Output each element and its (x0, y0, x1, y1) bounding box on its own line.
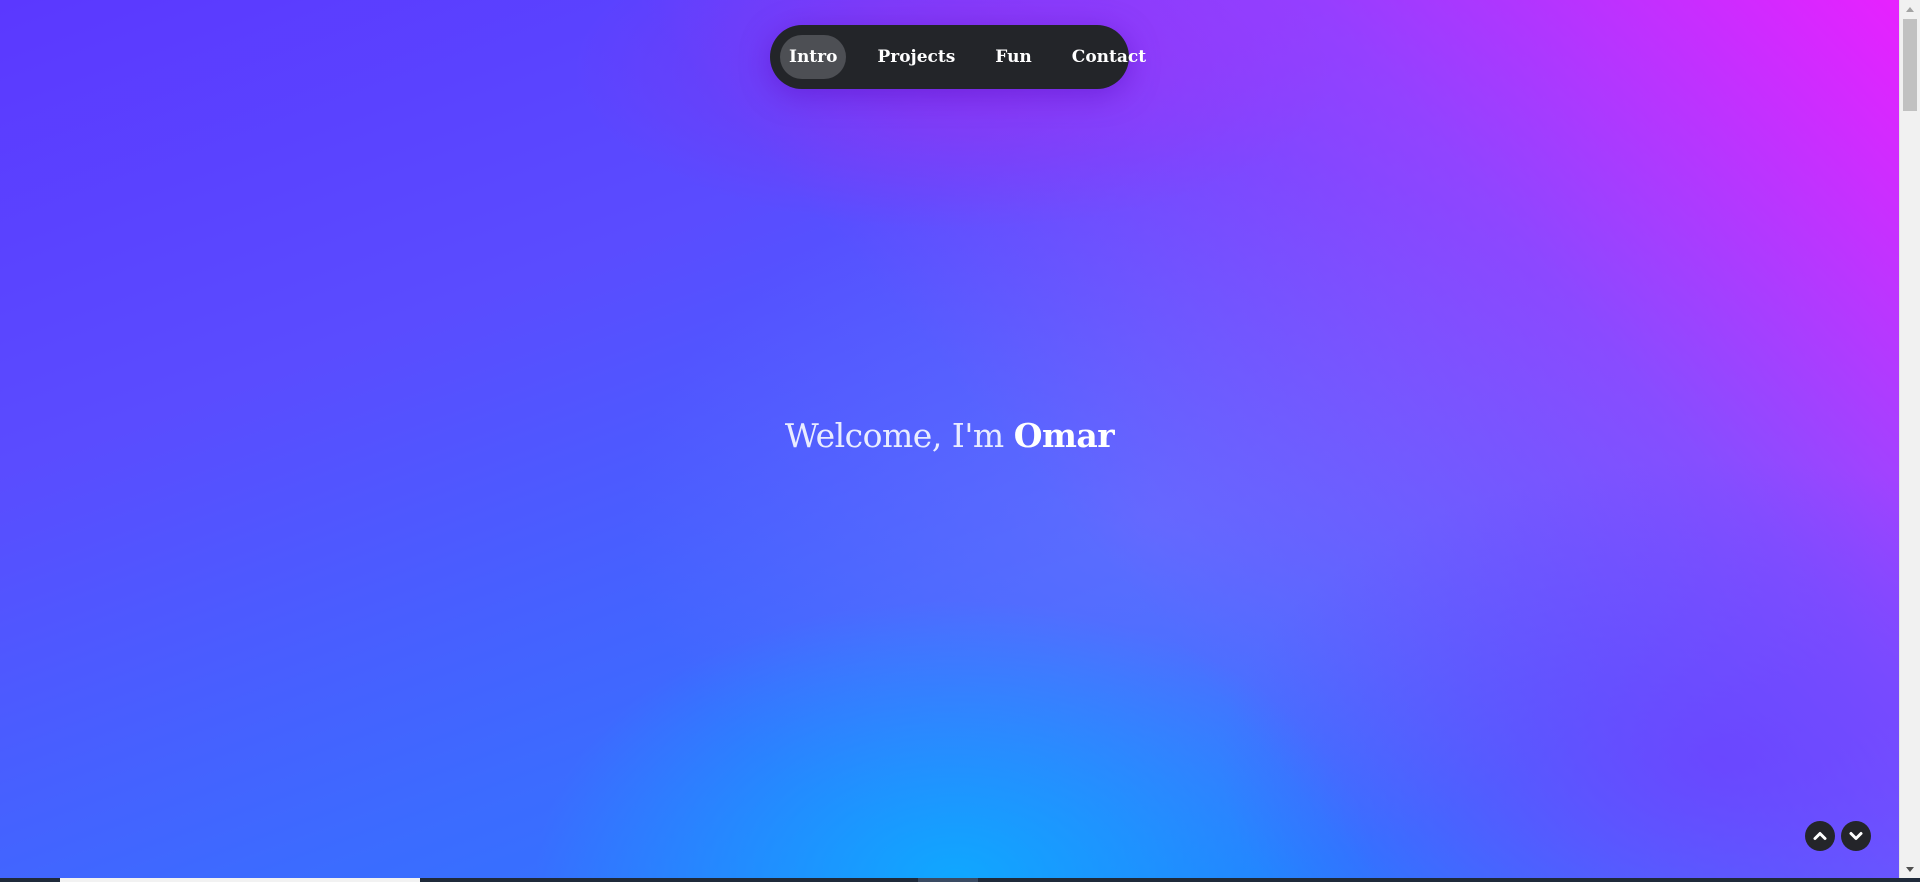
nav-item-intro[interactable]: Intro (780, 35, 847, 79)
welcome-text: Welcome, I'm (784, 416, 1004, 455)
nav-item-projects[interactable]: Projects (868, 35, 964, 79)
triangle-down-icon (1906, 866, 1914, 872)
taskbar-active-indicator (918, 878, 978, 882)
welcome-heading: Welcome, I'm Omar (0, 416, 1899, 455)
scrollbar-down-arrow[interactable] (1900, 861, 1920, 878)
owner-name: Omar (1013, 416, 1115, 455)
vertical-scrollbar[interactable] (1899, 0, 1920, 878)
chevron-down-icon (1849, 832, 1863, 840)
main-nav: Intro Projects Fun Contact (770, 25, 1146, 89)
scrollbar-up-arrow[interactable] (1900, 0, 1920, 17)
scroll-up-button[interactable] (1805, 821, 1835, 851)
nav-item-contact[interactable]: Contact (1063, 35, 1155, 79)
taskbar-strip (0, 878, 1920, 882)
triangle-up-icon (1906, 6, 1914, 12)
chevron-up-icon (1813, 832, 1827, 840)
scroll-down-button[interactable] (1841, 821, 1871, 851)
scrollbar-thumb[interactable] (1903, 19, 1917, 111)
nav-item-fun[interactable]: Fun (986, 35, 1041, 79)
taskbar-window-indicator (60, 878, 420, 882)
section-navigation (1805, 821, 1871, 851)
intro-section: Intro Projects Fun Contact Welcome, I'm … (0, 0, 1899, 878)
